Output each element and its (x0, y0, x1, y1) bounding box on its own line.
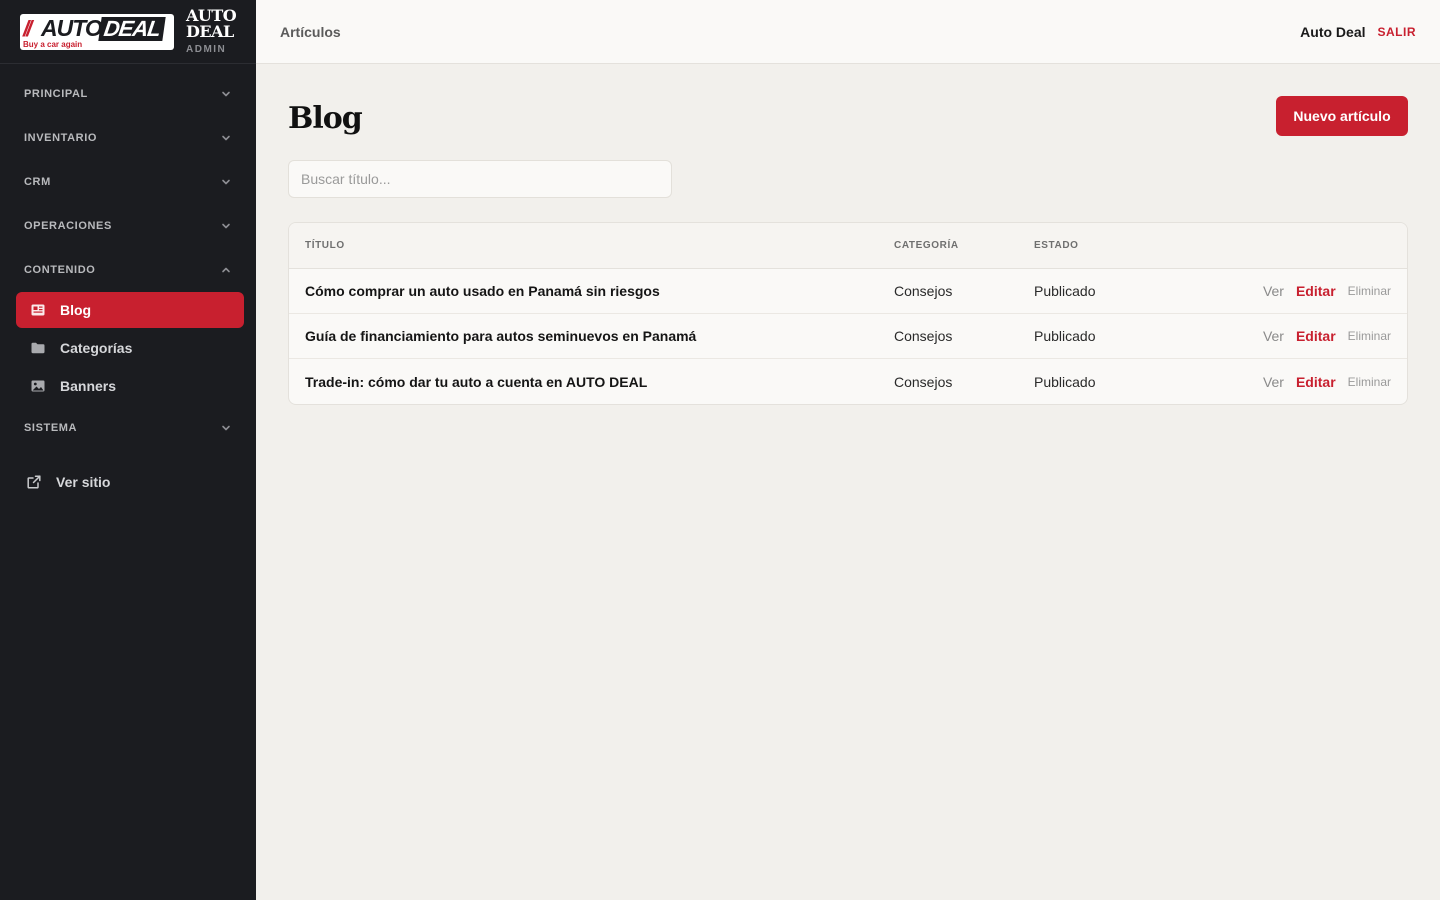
user-name: Auto Deal (1300, 23, 1366, 40)
article-title: Trade-in: cómo dar tu auto a cuenta en A… (305, 373, 648, 390)
chevron-down-icon (222, 425, 230, 431)
chevron-down-icon (222, 223, 230, 229)
column-header-category: CATEGORÍA (894, 240, 959, 251)
page-title: Blog (288, 100, 363, 136)
sidebar-section-contenido[interactable]: CONTENIDO (0, 248, 256, 292)
view-link[interactable]: Ver (1263, 374, 1284, 390)
column-header-state: ESTADO (1034, 240, 1079, 251)
logout-button[interactable]: SALIR (1378, 25, 1417, 39)
chevron-up-icon (222, 267, 230, 273)
table-header: TÍTULO CATEGORÍA ESTADO (289, 223, 1407, 269)
section-label: PRINCIPAL (24, 88, 88, 100)
delete-link[interactable]: Eliminar (1348, 375, 1391, 389)
user-area: Auto Deal SALIR (1300, 24, 1416, 40)
view-link[interactable]: Ver (1263, 328, 1284, 344)
logo-tagline: Buy a car again (23, 39, 83, 49)
sidebar-section-crm[interactable]: CRM (0, 160, 256, 204)
main-content: Blog Nuevo artículo TÍTULO CATEGORÍA EST… (288, 96, 1408, 405)
articles-table: TÍTULO CATEGORÍA ESTADO Cómo comprar un … (288, 222, 1408, 405)
folder-icon (31, 342, 45, 354)
sidebar-section-principal[interactable]: PRINCIPAL (0, 72, 256, 116)
new-article-button[interactable]: Nuevo artículo (1276, 96, 1408, 136)
section-label: CONTENIDO (24, 264, 96, 276)
sidebar: // AUTO DEAL Buy a car again AUTO DEAL A… (0, 0, 256, 900)
article-state: Publicado (1034, 328, 1096, 344)
sidebar-item-banners[interactable]: Banners (16, 368, 244, 404)
article-title: Cómo comprar un auto usado en Panamá sin… (305, 283, 660, 299)
article-title: Guía de financiamiento para autos seminu… (305, 328, 697, 344)
article-category: Consejos (894, 328, 953, 344)
brand-admin-label: ADMIN (186, 44, 227, 55)
edit-link[interactable]: Editar (1296, 328, 1336, 344)
page-header: Blog Nuevo artículo (288, 96, 1408, 136)
delete-link[interactable]: Eliminar (1348, 329, 1391, 343)
topbar: Artículos Auto Deal SALIR (256, 0, 1440, 64)
external-link-icon (27, 475, 41, 489)
article-category: Consejos (894, 373, 953, 390)
article-category: Consejos (894, 283, 953, 299)
logo-slash: // (23, 15, 32, 41)
row-actions: Ver Editar Eliminar (1194, 328, 1407, 344)
ver-sitio-label: Ver sitio (56, 474, 111, 490)
chevron-down-icon (222, 91, 230, 97)
edit-link[interactable]: Editar (1296, 283, 1336, 299)
view-link[interactable]: Ver (1263, 283, 1284, 299)
table-row: Guía de financiamiento para autos seminu… (289, 314, 1407, 359)
ver-sitio-link[interactable]: Ver sitio (0, 464, 256, 500)
section-label: CRM (24, 176, 51, 188)
auto-deal-logo[interactable]: // AUTO DEAL Buy a car again (20, 13, 174, 50)
sidebar-section-sistema[interactable]: SISTEMA (0, 406, 256, 450)
newspaper-icon (31, 304, 45, 316)
sidebar-item-label: Banners (60, 378, 117, 394)
row-actions: Ver Editar Eliminar (1194, 283, 1407, 299)
table-row: Cómo comprar un auto usado en Panamá sin… (289, 269, 1407, 314)
sidebar-item-categorias[interactable]: Categorías (16, 330, 244, 366)
image-icon (31, 380, 45, 392)
brand-text: AUTO DEAL ADMIN (186, 8, 237, 56)
section-label: OPERACIONES (24, 220, 112, 232)
brand: // AUTO DEAL Buy a car again AUTO DEAL A… (0, 0, 256, 64)
section-label: SISTEMA (24, 422, 78, 434)
sidebar-section-inventario[interactable]: INVENTARIO (0, 116, 256, 160)
sidebar-item-label: Categorías (60, 340, 133, 356)
brand-name-line2: DEAL (186, 22, 234, 41)
chevron-down-icon (222, 135, 230, 141)
sidebar-item-blog[interactable]: Blog (16, 292, 244, 328)
table-row: Trade-in: cómo dar tu auto a cuenta en A… (289, 359, 1407, 404)
delete-link[interactable]: Eliminar (1348, 284, 1391, 298)
logo-auto: AUTO (41, 14, 103, 41)
chevron-down-icon (222, 179, 230, 185)
breadcrumb: Artículos (280, 23, 341, 40)
article-state: Publicado (1034, 373, 1096, 390)
sidebar-item-label: Blog (60, 302, 92, 318)
sidebar-section-operaciones[interactable]: OPERACIONES (0, 204, 256, 248)
section-label: INVENTARIO (24, 132, 98, 144)
article-state: Publicado (1034, 283, 1096, 299)
edit-link[interactable]: Editar (1296, 374, 1336, 390)
logo-deal: DEAL (98, 16, 166, 41)
search-input[interactable] (288, 160, 672, 198)
column-header-title: TÍTULO (305, 240, 345, 251)
row-actions: Ver Editar Eliminar (1194, 374, 1407, 390)
